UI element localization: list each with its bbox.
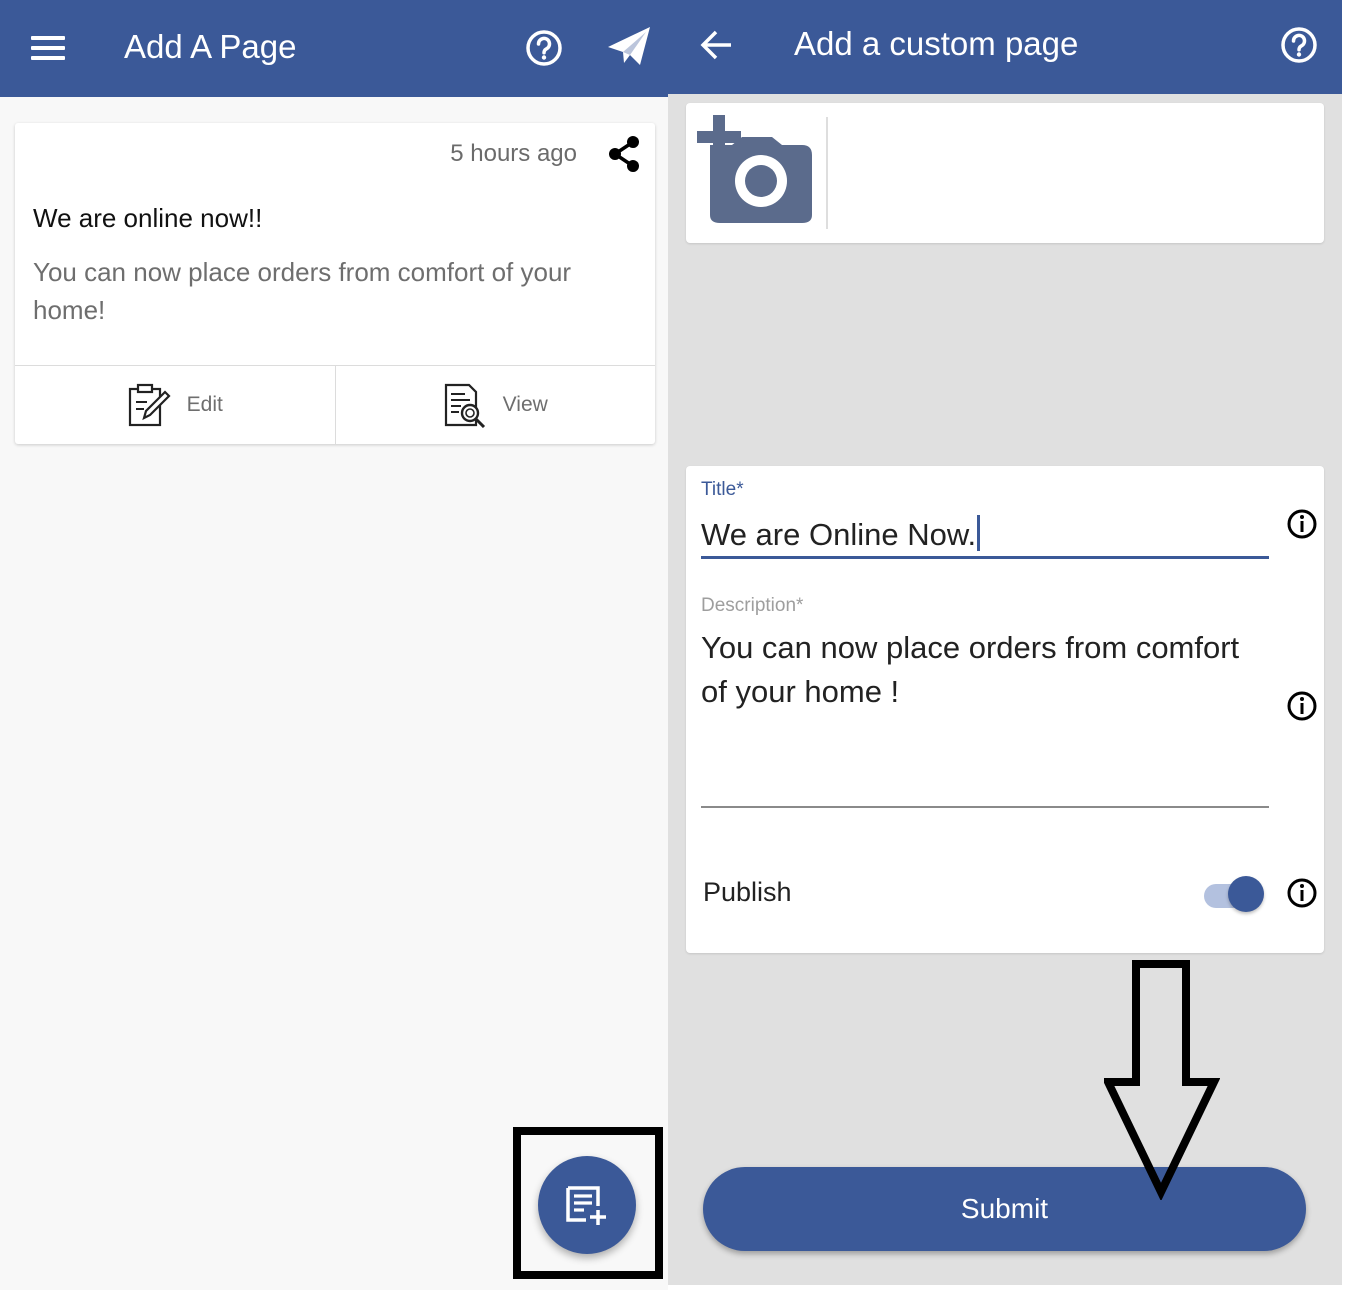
text-cursor [977, 515, 981, 551]
add-photo-icon[interactable] [694, 115, 816, 227]
page-card: 5 hours ago We are online now!! You can … [15, 123, 655, 444]
divider [826, 117, 828, 229]
edit-icon [128, 383, 171, 427]
menu-icon[interactable] [31, 36, 65, 60]
left-screen: Add A Page 5 hours ago We are online now… [0, 0, 668, 1290]
card-title: We are online now!! [33, 203, 263, 233]
edit-label: Edit [186, 393, 223, 416]
app-bar: Add A Page [0, 0, 668, 97]
help-icon[interactable] [525, 29, 563, 67]
page-title: Add a custom page [794, 25, 1079, 62]
timestamp: 5 hours ago [450, 140, 577, 167]
info-icon[interactable] [1286, 690, 1318, 722]
photo-upload-card [686, 103, 1324, 243]
app-bar: Add a custom page [668, 0, 1342, 94]
help-icon[interactable] [1280, 26, 1318, 64]
back-arrow-icon[interactable] [700, 28, 734, 62]
edit-button[interactable]: Edit [15, 366, 335, 444]
info-icon[interactable] [1286, 877, 1318, 909]
view-document-icon [444, 383, 485, 428]
publish-toggle[interactable] [1204, 874, 1264, 912]
card-actions: Edit View [15, 365, 655, 444]
share-icon[interactable] [606, 135, 642, 173]
card-description: You can now place orders from comfort of… [33, 257, 572, 325]
add-note-icon [566, 1186, 606, 1225]
toggle-knob [1228, 876, 1264, 912]
info-icon[interactable] [1286, 508, 1318, 540]
description-label: Description* [701, 595, 804, 616]
right-screen: Add a custom page Title* We are Online N… [668, 0, 1342, 1285]
add-page-fab[interactable] [538, 1156, 636, 1254]
send-icon[interactable] [606, 25, 652, 67]
title-text: We are Online Now. [701, 517, 977, 552]
page-form: Title* We are Online Now. Description* Y… [686, 466, 1324, 953]
view-label: View [502, 393, 548, 416]
description-input[interactable]: You can now place orders from comfort of… [701, 626, 1269, 808]
page-title: Add A Page [124, 28, 297, 65]
down-arrow-annotation [1104, 960, 1220, 1200]
title-label: Title* [701, 479, 744, 500]
screenshot-pair: Add A Page 5 hours ago We are online now… [0, 0, 1354, 1299]
title-input-value: We are Online Now. [701, 515, 981, 553]
view-button[interactable]: View [334, 366, 656, 444]
publish-label: Publish [703, 877, 792, 907]
